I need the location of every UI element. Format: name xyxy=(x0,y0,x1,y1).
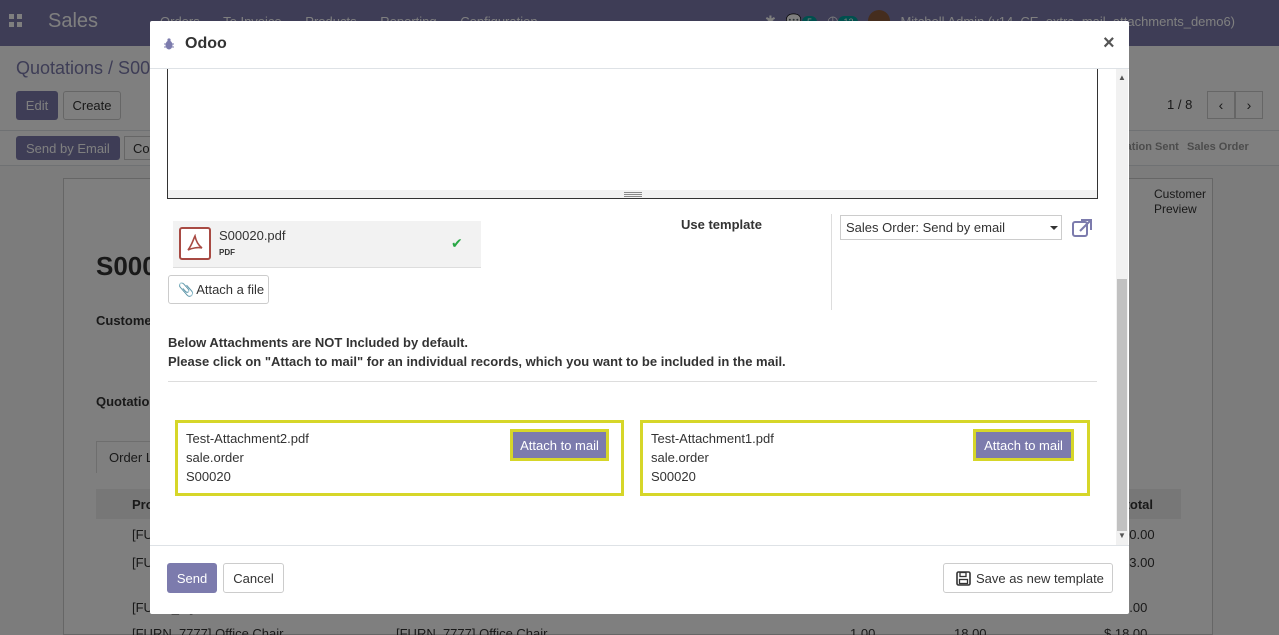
close-icon[interactable]: × xyxy=(1103,32,1115,55)
template-selected-value: Sales Order: Send by email xyxy=(846,220,1005,235)
dialog-scrollbar[interactable]: ▲ ▼ xyxy=(1116,69,1128,545)
note-line-2: Please click on "Attach to mail" for an … xyxy=(168,354,786,369)
dialog-body: S00020.pdf PDF ✔ 📎 Attach a file Use tem… xyxy=(150,69,1129,545)
attach-file-label: Attach a file xyxy=(196,282,265,297)
extra-attachment-record: S00020 xyxy=(651,469,696,484)
scroll-up-icon[interactable]: ▲ xyxy=(1118,73,1126,82)
extra-attachment-card-2: Test-Attachment1.pdf sale.order S00020 A… xyxy=(640,420,1090,496)
external-link-icon[interactable] xyxy=(1072,219,1092,237)
note-line-1: Below Attachments are NOT Included by de… xyxy=(168,335,469,350)
dialog-footer: Send Cancel Save as new template xyxy=(150,545,1129,614)
attachment-extension: PDF xyxy=(219,248,235,257)
floppy-disk-icon xyxy=(956,570,971,586)
pdf-file-icon xyxy=(179,227,211,260)
dialog-title: Odoo xyxy=(185,35,227,52)
caret-down-icon xyxy=(1050,226,1058,230)
send-button[interactable]: Send xyxy=(167,563,217,593)
editor-resize-handle[interactable] xyxy=(168,190,1097,198)
scroll-down-icon[interactable]: ▼ xyxy=(1118,531,1126,540)
template-label: Use template xyxy=(681,217,762,232)
extra-attachment-card-1: Test-Attachment2.pdf sale.order S00020 A… xyxy=(175,420,624,496)
save-as-template-button[interactable]: Save as new template xyxy=(943,563,1113,593)
scrollbar-thumb[interactable] xyxy=(1117,279,1127,531)
dialog-header: Odoo × xyxy=(150,21,1129,69)
paperclip-icon: 📎 xyxy=(178,281,195,297)
check-icon: ✔ xyxy=(451,235,463,251)
attach-file-button[interactable]: 📎 Attach a file xyxy=(168,275,269,304)
send-email-dialog: Odoo × S00020.pdf PDF ✔ 📎 Attach a file … xyxy=(150,21,1129,614)
divider xyxy=(168,381,1097,382)
attachment-name[interactable]: S00020.pdf xyxy=(219,228,286,243)
template-select[interactable]: Sales Order: Send by email xyxy=(840,215,1062,240)
bug-icon xyxy=(164,38,174,50)
attachment-card[interactable]: S00020.pdf PDF ✔ xyxy=(173,221,481,268)
extra-attachment-record: S00020 xyxy=(186,469,231,484)
save-template-label: Save as new template xyxy=(976,570,1104,586)
cancel-button[interactable]: Cancel xyxy=(223,563,284,593)
mail-body-editor[interactable] xyxy=(167,69,1098,199)
attach-to-mail-button[interactable]: Attach to mail xyxy=(510,429,609,461)
attachments-note: Below Attachments are NOT Included by de… xyxy=(168,333,786,371)
template-separator xyxy=(831,214,832,310)
attach-to-mail-button[interactable]: Attach to mail xyxy=(973,429,1074,461)
